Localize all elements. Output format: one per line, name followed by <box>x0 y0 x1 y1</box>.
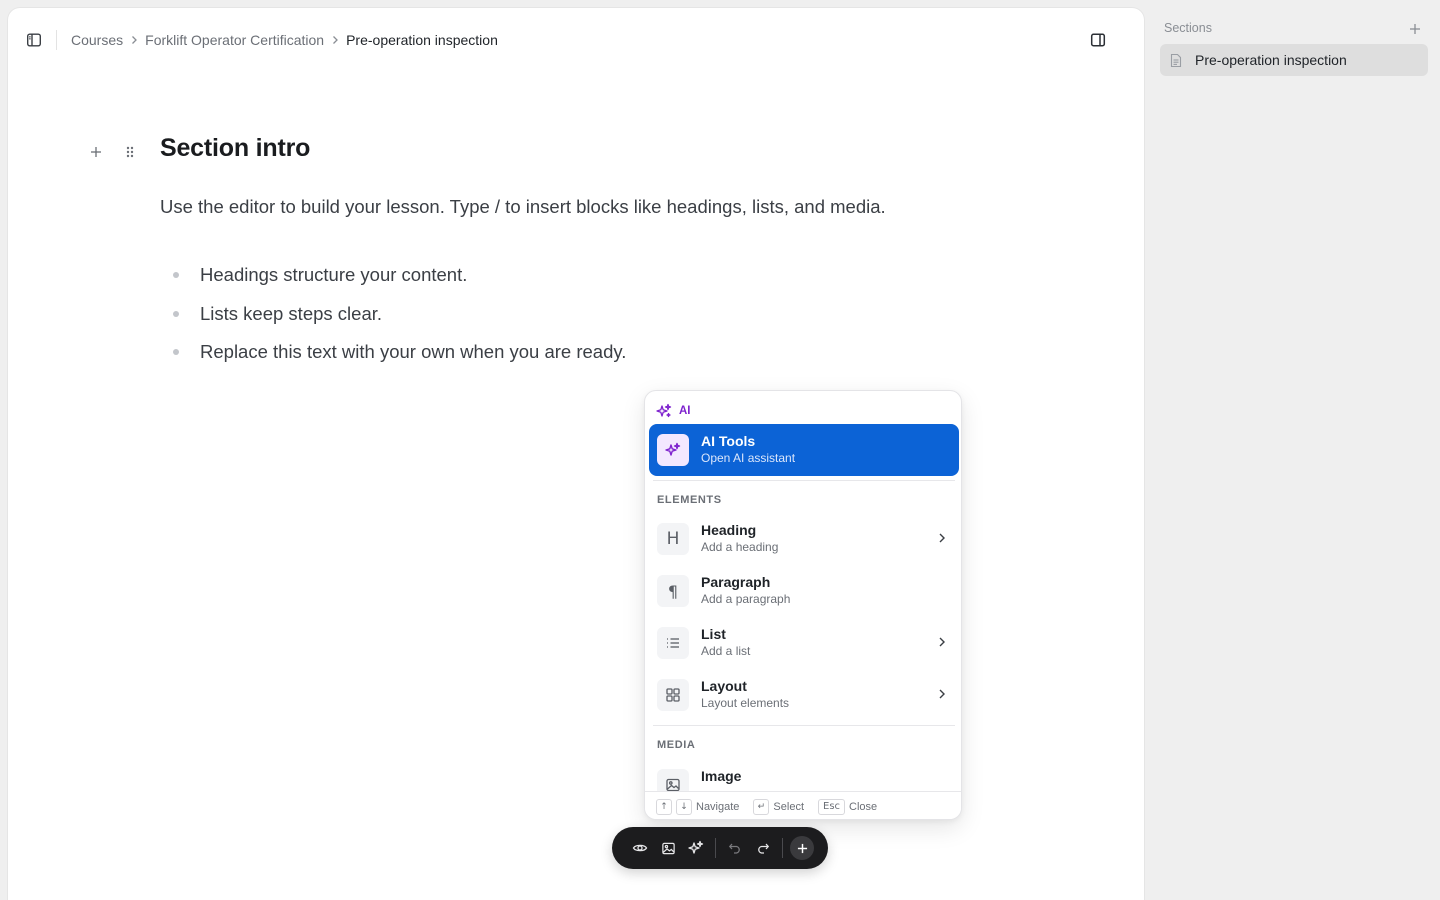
section-heading[interactable]: Section intro <box>160 134 310 163</box>
floating-toolbar <box>612 827 828 869</box>
menu-item-subtitle: Layout elements <box>701 696 790 710</box>
elements-section-label: ELEMENTS <box>657 494 722 506</box>
drag-handle[interactable] <box>116 139 144 165</box>
editor-pane: Courses Forklift Operator Certification … <box>8 8 1144 900</box>
menu-item-subtitle: Add a heading <box>701 540 779 554</box>
close-hint: Close <box>849 800 878 813</box>
menu-divider <box>653 480 955 481</box>
toolbar-divider <box>782 838 783 858</box>
bullet-dot <box>173 272 179 278</box>
grip-vertical-icon <box>126 146 134 158</box>
bullet-dot <box>173 310 179 317</box>
grid-icon <box>657 679 689 711</box>
sidebar-left-icon <box>27 33 42 47</box>
list-item-text: Headings structure your content. <box>200 264 468 285</box>
menu-divider <box>653 725 955 726</box>
navigate-hint: Navigate <box>696 800 740 813</box>
breadcrumb-current: Pre-operation inspection <box>346 32 498 48</box>
ai-section-header: AI <box>656 403 691 419</box>
plus-icon <box>1410 24 1420 34</box>
list-item[interactable]: Replace this text with your own when you… <box>168 339 626 378</box>
plus-icon <box>797 843 807 853</box>
list-item[interactable]: Headings structure your content. <box>168 262 626 301</box>
undo-icon <box>728 843 740 854</box>
bullet-list: Headings structure your content. Lists k… <box>168 262 626 378</box>
preview-button[interactable] <box>626 834 654 862</box>
menu-item-subtitle: Add a list <box>701 644 751 658</box>
sidebar-right-icon <box>1090 33 1106 47</box>
menu-item-ai-tools[interactable]: AI Tools Open AI assistant <box>649 424 959 476</box>
enter-key: ↵ <box>753 798 770 815</box>
plus-icon <box>91 147 101 157</box>
chevron-right-icon <box>324 35 346 45</box>
list-item-text: Lists keep steps clear. <box>200 302 383 324</box>
eye-icon <box>632 844 648 852</box>
sections-sidebar: Sections Pre-operation inspection <box>1152 8 1440 900</box>
toggle-sidebar-button[interactable] <box>20 26 48 54</box>
sparkles-icon <box>688 840 704 854</box>
add-block-button[interactable] <box>82 139 110 165</box>
image-icon <box>661 842 675 854</box>
menu-item-layout[interactable]: Layout Layout elements <box>649 669 959 721</box>
image-icon <box>657 769 689 791</box>
menu-item-title: Image <box>701 768 742 784</box>
toolbar-divider <box>56 30 57 50</box>
breadcrumb-course[interactable]: Forklift Operator Certification <box>145 32 324 48</box>
sidebar-item-pre-operation-inspection[interactable]: Pre-operation inspection <box>1160 44 1428 76</box>
chevron-right-icon <box>123 35 145 45</box>
select-hint: Select <box>773 800 804 813</box>
menu-item-title: Heading <box>701 522 757 538</box>
arrow-up-key: ↑ <box>656 798 672 815</box>
chevron-right-icon <box>939 533 945 543</box>
menu-item-paragraph[interactable]: ¶ Paragraph Add a paragraph <box>649 565 959 617</box>
menu-item-image[interactable]: Image <box>649 759 959 791</box>
document-icon <box>1170 53 1182 67</box>
block-handles <box>82 139 144 165</box>
esc-key: Esc <box>818 798 846 815</box>
breadcrumb: Courses Forklift Operator Certification … <box>71 30 498 50</box>
redo-button[interactable] <box>749 834 777 862</box>
sparkles-icon <box>656 403 672 418</box>
menu-item-title: AI Tools <box>701 433 756 449</box>
sidebar-item-label: Pre-operation inspection <box>1195 52 1347 68</box>
menu-item-subtitle: Add a paragraph <box>701 592 791 606</box>
bullet-dot <box>173 349 179 355</box>
menu-item-subtitle: Open AI assistant <box>701 451 796 465</box>
menu-item-heading[interactable]: H Heading Add a heading <box>649 513 959 565</box>
menu-scroll-area[interactable]: AI AI Tools Open AI assistant ELEMENTS H… <box>645 391 961 791</box>
intro-paragraph[interactable]: Use the editor to build your lesson. Typ… <box>160 196 886 218</box>
heading-icon: H <box>657 523 689 555</box>
top-bar: Courses Forklift Operator Certification … <box>8 8 1144 72</box>
undo-button[interactable] <box>721 834 749 862</box>
redo-icon <box>758 843 770 854</box>
arrow-down-key: ↓ <box>676 798 692 815</box>
breadcrumb-courses[interactable]: Courses <box>71 32 123 48</box>
add-section-button[interactable] <box>1404 18 1426 40</box>
menu-item-title: Layout <box>701 678 747 694</box>
list-item-text: Replace this text with your own when you… <box>200 341 627 362</box>
chevron-right-icon <box>939 637 945 647</box>
toolbar-divider <box>715 838 716 858</box>
pilcrow-icon: ¶ <box>657 575 689 607</box>
menu-footer-hints: ↑ ↓ Navigate ↵ Select Esc Close <box>645 791 961 819</box>
ai-assist-button[interactable] <box>682 834 710 862</box>
menu-item-list[interactable]: List Add a list <box>649 617 959 669</box>
add-block-toolbar-button[interactable] <box>790 836 814 860</box>
ai-section-label: AI <box>679 405 691 417</box>
sparkles-icon <box>657 434 689 466</box>
slash-command-menu: AI AI Tools Open AI assistant ELEMENTS H… <box>644 390 962 820</box>
list-item[interactable]: Lists keep steps clear. <box>168 301 626 340</box>
toggle-right-panel-button[interactable] <box>1084 26 1112 54</box>
menu-item-title: Paragraph <box>701 574 771 590</box>
list-icon <box>657 627 689 659</box>
sidebar-title: Sections <box>1164 21 1212 35</box>
chevron-right-icon <box>939 689 945 699</box>
insert-image-button[interactable] <box>654 834 682 862</box>
media-section-label: MEDIA <box>657 739 696 751</box>
menu-item-title: List <box>701 626 726 642</box>
